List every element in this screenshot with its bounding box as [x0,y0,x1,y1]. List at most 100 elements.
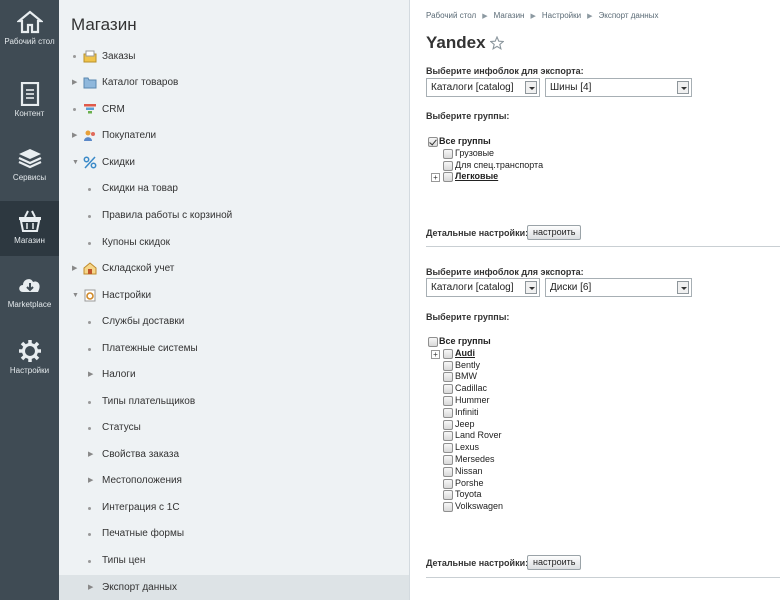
iblock-type-select[interactable]: Каталоги [catalog] [426,78,540,97]
iblock-label: Выберите инфоблок для экспорта: [426,66,584,76]
expand-plus-icon[interactable]: + [431,173,440,183]
menu-item-discounts[interactable]: ▼ Скидки [59,150,409,176]
menu-item-customers[interactable]: ▶ Покупатели [59,123,409,149]
menu-item-data-export[interactable]: ▶ Экспорт данных [59,575,409,600]
checkbox[interactable] [443,419,453,430]
bullet-icon [88,401,91,404]
layers-icon [18,149,41,169]
menu-item-payer-types[interactable]: Типы плательщиков [59,389,409,415]
rail-item-shop[interactable]: Магазин [0,201,59,256]
menu-item-label: Местоположения [102,475,182,486]
menu-item-label: Каталог товаров [102,77,179,88]
menu-item-label: Свойства заказа [102,449,180,460]
groups-label: Выберите группы: [426,312,510,322]
menu-item-locations[interactable]: ▶ Местоположения [59,468,409,494]
checkbox[interactable] [443,454,453,465]
configure-button[interactable]: настроить [527,225,582,240]
menu-item-1c[interactable]: Интеграция с 1С [59,495,409,521]
menu-item-crm[interactable]: CRM [59,97,409,123]
checkbox[interactable] [443,395,453,406]
checkbox[interactable] [443,148,453,159]
iblock-select[interactable]: Шины [4] [545,78,692,97]
menu-item-settings[interactable]: ▼ Настройки [59,283,409,309]
tree-node-label: BMW [455,371,477,382]
checkbox[interactable] [443,502,453,513]
checkbox[interactable] [443,443,453,454]
breadcrumb-item[interactable]: Магазин [494,11,525,20]
collapse-arrow-icon[interactable]: ▼ [72,150,79,176]
menu-item-warehouse[interactable]: ▶ Складской учет [59,256,409,282]
iblock-type-select[interactable]: Каталоги [catalog] [426,278,540,297]
rail-item-content[interactable]: Контент [0,82,59,124]
chevron-right-icon: ▶ [482,13,488,20]
breadcrumb-item[interactable]: Экспорт данных [598,11,658,20]
breadcrumb-item[interactable]: Рабочий стол [426,11,476,20]
menu-item-payment[interactable]: Платежные системы [59,336,409,362]
menu-item-product-discounts[interactable]: Скидки на товар [59,176,409,202]
checkbox[interactable] [443,384,453,395]
checkbox[interactable] [443,407,453,418]
breadcrumb: Рабочий стол ▶ Магазин ▶ Настройки ▶ Экспорт д… [426,11,658,20]
bullet-icon [73,55,76,58]
rail-item-marketplace[interactable]: Marketplace [0,273,59,315]
bullet-icon [88,215,91,218]
expand-arrow-icon[interactable]: ▶ [72,123,77,149]
menu-item-label: Типы цен [102,555,146,566]
rail-item-services[interactable]: Сервисы [0,146,59,188]
tree-node-label: Toyota [455,489,482,500]
iblock-select[interactable]: Диски [6] [545,278,692,297]
checkbox[interactable] [443,466,453,477]
menu-item-taxes[interactable]: ▶ Налоги [59,362,409,388]
detail-settings-label: Детальные настройки: [426,228,529,238]
expand-arrow-icon[interactable]: ▶ [72,70,77,96]
bullet-icon [88,321,91,324]
expand-arrow-icon[interactable]: ▶ [88,362,93,388]
checkbox[interactable] [428,137,438,147]
star-icon[interactable] [490,36,504,50]
menu-item-order-props[interactable]: ▶ Свойства заказа [59,442,409,468]
bullet-icon [88,560,91,563]
rail-item-label: Контент [14,109,45,118]
checkbox[interactable] [443,478,453,489]
checkbox[interactable] [443,372,453,383]
configure-button[interactable]: настроить [527,555,582,570]
menu-item-cart-rules[interactable]: Правила работы с корзиной [59,203,409,229]
select-value: Шины [4] [550,82,592,93]
checkbox[interactable] [443,348,453,359]
menu-item-orders[interactable]: Заказы [59,44,409,70]
expand-arrow-icon[interactable]: ▶ [72,256,77,282]
expand-arrow-icon[interactable]: ▶ [88,442,93,468]
checkbox[interactable] [443,160,453,171]
orders-icon [83,50,97,63]
percent-icon [83,156,97,169]
chevron-down-icon [525,81,537,94]
rail-item-settings[interactable]: Настройки [0,339,59,381]
checkbox[interactable] [443,360,453,371]
tree-node-label: Cadillac [455,383,488,394]
menu-item-statuses[interactable]: Статусы [59,415,409,441]
rail-item-desktop[interactable]: Рабочий стол [0,10,59,60]
menu-item-coupons[interactable]: Купоны скидок [59,230,409,256]
checkbox[interactable] [443,490,453,501]
tree-node-label[interactable]: Легковые [455,171,498,183]
expand-plus-icon[interactable]: + [431,349,440,359]
checkbox[interactable] [443,431,453,442]
menu-item-label: CRM [102,104,125,115]
menu-item-delivery[interactable]: Службы доставки [59,309,409,335]
menu-item-label: Платежные системы [102,343,198,354]
checkbox[interactable] [443,172,453,183]
gear-icon [18,340,41,362]
menu-item-catalog[interactable]: ▶ Каталог товаров [59,70,409,96]
menu-item-label: Интеграция с 1С [102,502,180,513]
checkbox[interactable] [428,337,438,347]
expand-arrow-icon[interactable]: ▶ [88,468,93,494]
breadcrumb-item[interactable]: Настройки [542,11,581,20]
bullet-icon [88,242,91,245]
tree-node-label[interactable]: Audi [455,348,475,360]
menu-item-print-forms[interactable]: Печатные формы [59,521,409,547]
rail-item-label: Магазин [14,236,45,245]
menu-item-price-types[interactable]: Типы цен [59,548,409,574]
expand-arrow-icon[interactable]: ▶ [88,575,93,600]
collapse-arrow-icon[interactable]: ▼ [72,283,79,309]
tree-node-label: Для спец.транспорта [455,159,544,170]
